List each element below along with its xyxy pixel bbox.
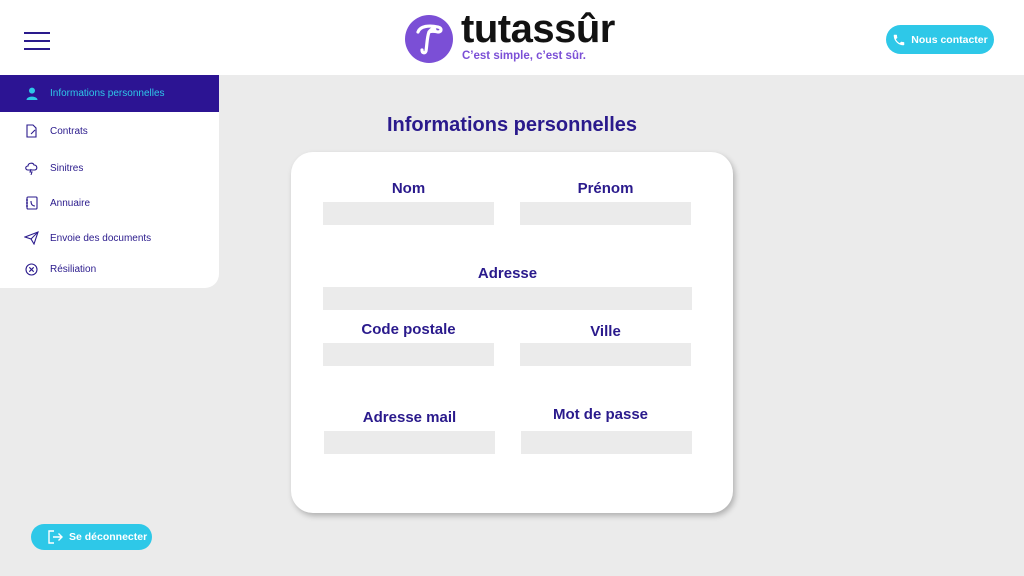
brand-logo[interactable]: tutassûr C’est simple, c’est sûr. <box>405 7 625 65</box>
brand-tagline: C’est simple, c’est sûr. <box>462 50 587 62</box>
code-postale-label: Code postale <box>361 321 456 338</box>
personal-info-form: Nom Prénom Adresse Code postale Ville Ad… <box>291 152 733 513</box>
sidebar-item-label: Informations personnelles <box>50 88 165 99</box>
adresse-mail-label: Adresse mail <box>362 409 457 426</box>
send-icon <box>24 231 39 246</box>
adresse-mail-field[interactable] <box>324 431 495 454</box>
hamburger-menu-icon[interactable] <box>24 32 50 52</box>
ville-field[interactable] <box>520 343 691 366</box>
directory-icon <box>24 196 39 211</box>
prenom-field[interactable] <box>520 202 691 225</box>
sidebar-item-envoie-des-documents[interactable]: Envoie des documents <box>0 225 219 251</box>
sidebar-item-label: Résiliation <box>50 263 97 275</box>
cloud-icon <box>24 161 39 176</box>
sidebar-item-label: Contrats <box>50 125 88 137</box>
sidebar-item-contrats[interactable]: Contrats <box>0 118 219 144</box>
phone-icon <box>894 34 905 45</box>
sidebar: Informations personnelles Contrats Sinit… <box>0 75 219 288</box>
cancel-icon <box>24 262 39 277</box>
contact-button[interactable]: Nous contacter <box>886 25 994 54</box>
logout-button-label: Se déconnecter <box>69 531 148 543</box>
adresse-label: Adresse <box>477 265 538 282</box>
user-icon <box>24 86 39 101</box>
contact-button-label: Nous contacter <box>911 33 988 46</box>
logo-mark-icon <box>405 15 453 63</box>
mot-de-passe-field[interactable] <box>521 431 692 454</box>
top-header: tutassûr C’est simple, c’est sûr. Nous c… <box>0 0 1024 75</box>
code-postale-field[interactable] <box>323 343 494 366</box>
nom-field[interactable] <box>323 202 494 225</box>
sidebar-item-label: Sinitres <box>50 162 84 174</box>
sidebar-item-label: Envoie des documents <box>50 232 152 244</box>
sidebar-item-informations-personnelles[interactable]: Informations personnelles <box>0 75 219 112</box>
contract-icon <box>24 124 39 139</box>
brand-name: tutassûr <box>461 7 615 51</box>
sidebar-item-resiliation[interactable]: Résiliation <box>0 256 219 282</box>
prenom-label: Prénom <box>577 180 634 197</box>
ville-label: Ville <box>590 323 621 340</box>
sidebar-item-annuaire[interactable]: Annuaire <box>0 190 219 216</box>
mot-de-passe-label: Mot de passe <box>552 406 649 423</box>
nom-label: Nom <box>391 180 426 197</box>
sidebar-item-sinitres[interactable]: Sinitres <box>0 155 219 181</box>
sidebar-item-label: Annuaire <box>50 197 91 209</box>
logout-icon <box>48 530 63 544</box>
adresse-field[interactable] <box>323 287 692 310</box>
page-title: Informations personnelles <box>386 114 638 136</box>
logout-button[interactable]: Se déconnecter <box>31 524 152 550</box>
